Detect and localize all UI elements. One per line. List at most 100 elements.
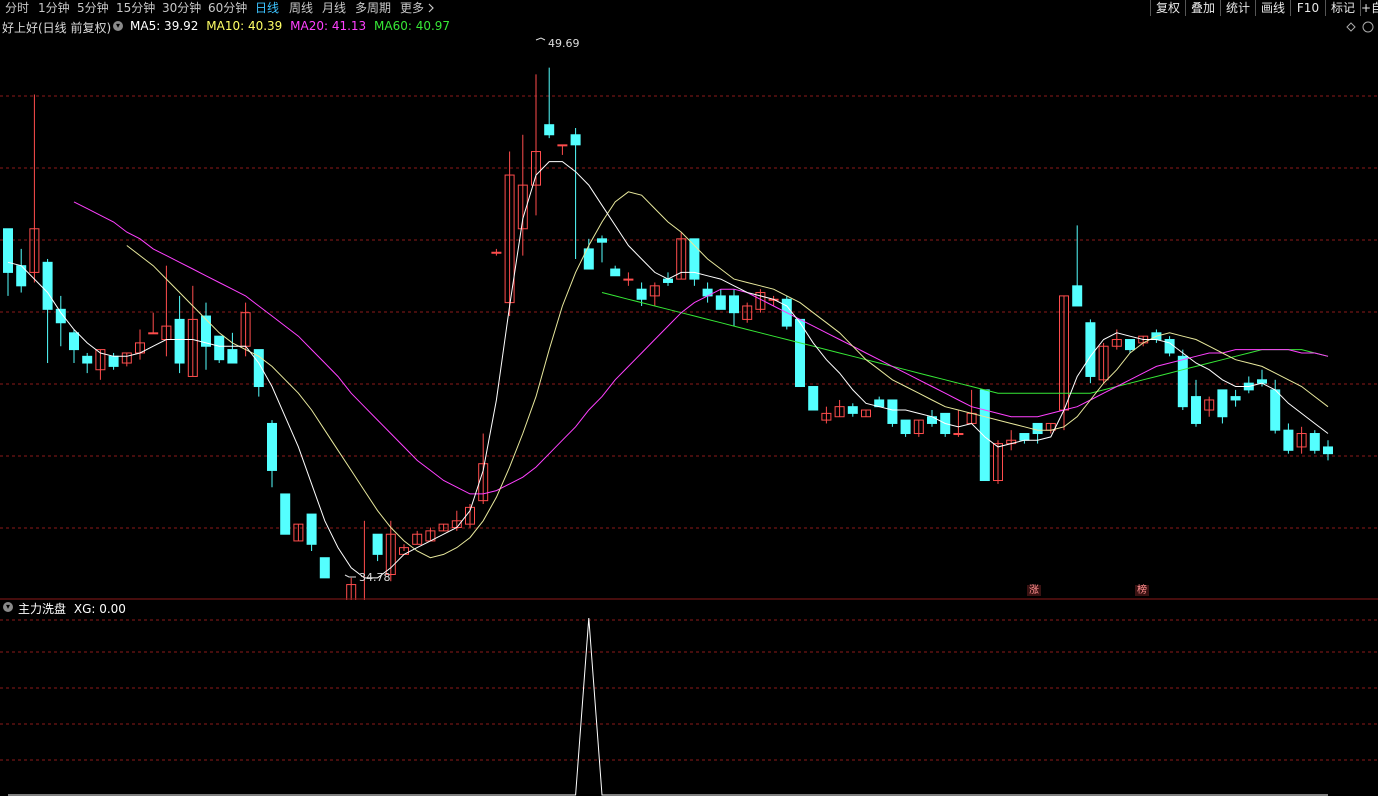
candle <box>1098 342 1109 384</box>
period-tab-multi[interactable]: 多周期 <box>355 0 391 16</box>
candle <box>900 419 911 437</box>
candle <box>583 238 594 270</box>
candle <box>346 577 357 600</box>
fuquan-button[interactable]: 复权 <box>1150 0 1185 16</box>
candle <box>135 329 145 360</box>
candle <box>69 329 79 364</box>
candle <box>29 94 40 283</box>
ma10-line <box>126 191 1329 559</box>
candle-body <box>636 288 647 300</box>
ma-lines-group <box>7 161 1329 579</box>
indicator-grid-lines <box>0 619 1378 761</box>
candle-body <box>42 261 53 310</box>
period-tab-15min[interactable]: 15分钟 <box>116 0 155 16</box>
candle <box>623 272 634 286</box>
candle-body <box>795 318 805 388</box>
indicator-chart[interactable] <box>0 600 1378 796</box>
high-price-label: 49.69 <box>548 37 580 50</box>
candle <box>874 396 885 408</box>
period-tab-fenshi[interactable]: 分时 <box>5 0 29 16</box>
period-tab-1min[interactable]: 1分钟 <box>38 0 70 16</box>
candle-body <box>214 335 225 361</box>
candle-body <box>900 419 911 435</box>
f10-button[interactable]: F10 <box>1290 0 1325 16</box>
low-marker-arrow <box>344 574 356 578</box>
candle <box>610 265 621 277</box>
mark-button[interactable]: 标记 <box>1325 0 1360 16</box>
candle <box>821 406 832 424</box>
overlay-button[interactable]: 叠加 <box>1185 0 1220 16</box>
candle-body <box>3 228 13 273</box>
period-toolbar: 分时 1分钟 5分钟 15分钟 30分钟 60分钟 日线 周线 月线 多周期 更… <box>0 0 1378 16</box>
candle <box>570 128 581 259</box>
candle-body <box>1323 446 1333 455</box>
candle-body <box>280 493 291 535</box>
candle <box>702 282 713 303</box>
period-tab-weekly[interactable]: 周线 <box>289 0 313 16</box>
xg-series-line <box>8 617 1328 796</box>
candle-body <box>729 295 739 314</box>
candle-body <box>69 332 79 351</box>
candle-body <box>319 557 330 579</box>
candle-body <box>702 288 713 297</box>
stats-button[interactable]: 统计 <box>1220 0 1255 16</box>
candle <box>1323 440 1333 461</box>
price-markers: 49.69 34.78 <box>344 37 580 584</box>
candle-body <box>953 433 964 436</box>
period-tab-60min[interactable]: 60分钟 <box>208 0 247 16</box>
candle <box>174 295 185 374</box>
candle <box>267 420 277 488</box>
draw-line-button[interactable]: 画线 <box>1255 0 1290 16</box>
candle <box>504 151 515 317</box>
period-tab-daily[interactable]: 日线 <box>255 0 279 16</box>
candle <box>1296 426 1307 454</box>
candle <box>1217 389 1228 424</box>
candle <box>306 513 317 552</box>
candle-body <box>610 268 621 277</box>
candle <box>887 399 898 427</box>
candle-body <box>1019 433 1030 441</box>
candle <box>55 295 66 347</box>
candle-body <box>715 295 726 310</box>
signal-tag-bang: 榜 <box>1135 585 1149 596</box>
candle <box>372 533 383 562</box>
candle <box>940 412 951 437</box>
candle <box>1191 379 1201 427</box>
candle <box>979 389 990 482</box>
add-custom-button[interactable]: +自 <box>1360 0 1378 16</box>
period-tab-30min[interactable]: 30分钟 <box>162 0 201 16</box>
candle <box>201 302 211 370</box>
high-marker-arrow <box>535 37 546 41</box>
candle-body <box>1283 429 1294 451</box>
candle <box>293 523 304 542</box>
candle-body <box>1257 379 1267 384</box>
candle <box>834 399 845 418</box>
period-tab-5min[interactable]: 5分钟 <box>77 0 109 16</box>
candle-body <box>306 513 317 545</box>
candle <box>16 248 27 293</box>
candle <box>1006 430 1017 451</box>
candle-body <box>887 399 898 424</box>
period-tab-more[interactable]: 更多 <box>400 0 424 16</box>
candle-body <box>1270 389 1281 431</box>
candle-body <box>1309 433 1320 451</box>
candlestick-chart[interactable]: 49.69 34.78 <box>0 16 1378 600</box>
candle <box>1045 422 1056 434</box>
candle <box>861 409 871 418</box>
candle-body <box>1032 422 1043 435</box>
candle <box>227 332 238 364</box>
candle <box>729 289 739 327</box>
candle <box>1243 376 1254 394</box>
ma20-line <box>73 201 1329 495</box>
ma5-line <box>7 161 1329 579</box>
candle <box>597 235 607 263</box>
candle <box>280 493 291 535</box>
candle <box>649 282 660 306</box>
candle-body <box>1217 389 1228 418</box>
candle-body <box>1191 396 1201 424</box>
candle-body <box>372 533 383 555</box>
candle <box>847 403 858 417</box>
chevron-right-icon[interactable] <box>427 3 435 13</box>
candle-body <box>847 406 858 414</box>
period-tab-monthly[interactable]: 月线 <box>322 0 346 16</box>
